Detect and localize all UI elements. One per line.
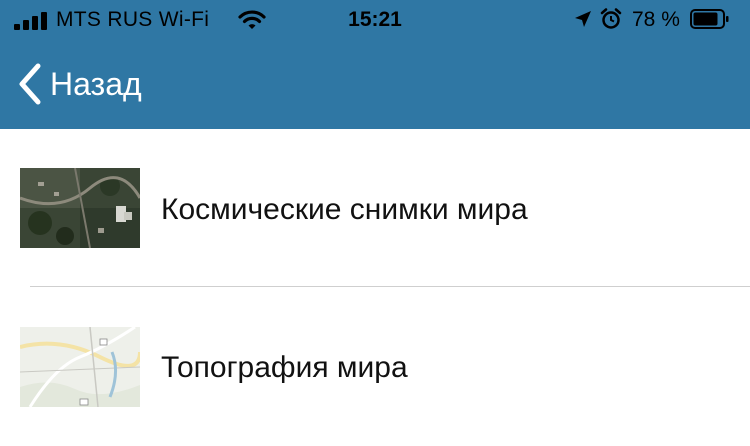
location-arrow-icon [575,11,591,27]
basemap-label: Космические снимки мира [161,193,528,226]
battery-icon [690,9,729,29]
satellite-imagery-thumbnail [20,168,140,248]
list-item-topographic[interactable]: Топография мира [0,287,750,446]
topographic-map-thumbnail [20,327,140,407]
basemap-label: Топография мира [161,351,408,384]
back-button[interactable]: Назад [14,60,142,108]
chevron-left-icon [19,63,41,105]
list-item-satellite[interactable]: Космические снимки мира [0,129,750,287]
battery-percent: 78 % [632,8,680,31]
back-label: Назад [50,65,142,102]
basemap-list: Космические снимки мира Топография мира [0,129,750,446]
status-bar: MTS RUS Wi-Fi 15:21 78 % [0,0,750,42]
top-bar: MTS RUS Wi-Fi 15:21 78 % Назад [0,0,750,129]
alarm-icon [600,8,622,29]
